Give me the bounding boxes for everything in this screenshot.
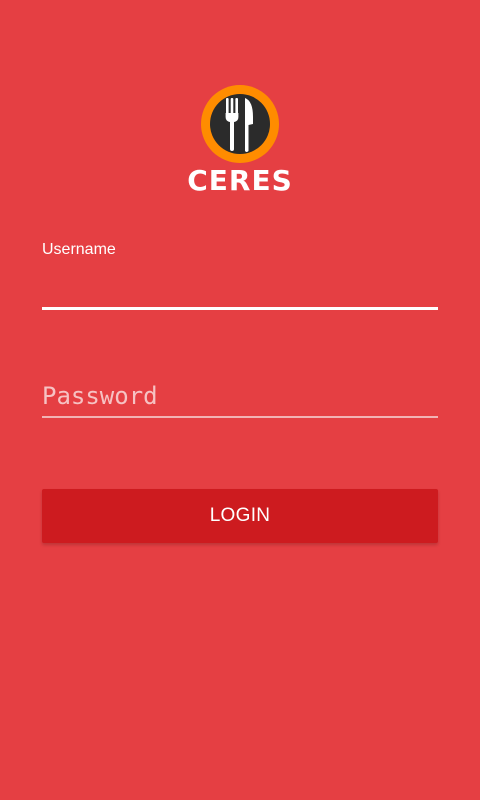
app-logo-text: CERES — [187, 164, 293, 197]
username-input[interactable] — [42, 274, 438, 310]
username-field-group: Username — [42, 240, 438, 310]
password-field-group — [42, 376, 438, 418]
app-logo: CERES — [0, 84, 480, 196]
password-input[interactable] — [42, 376, 438, 418]
login-button[interactable]: LOGIN — [42, 489, 438, 543]
login-screen: { "app": { "logo_text": "CERES", "logo_i… — [0, 0, 480, 800]
username-label: Username — [42, 241, 116, 258]
fork-and-knife-icon — [201, 85, 279, 163]
